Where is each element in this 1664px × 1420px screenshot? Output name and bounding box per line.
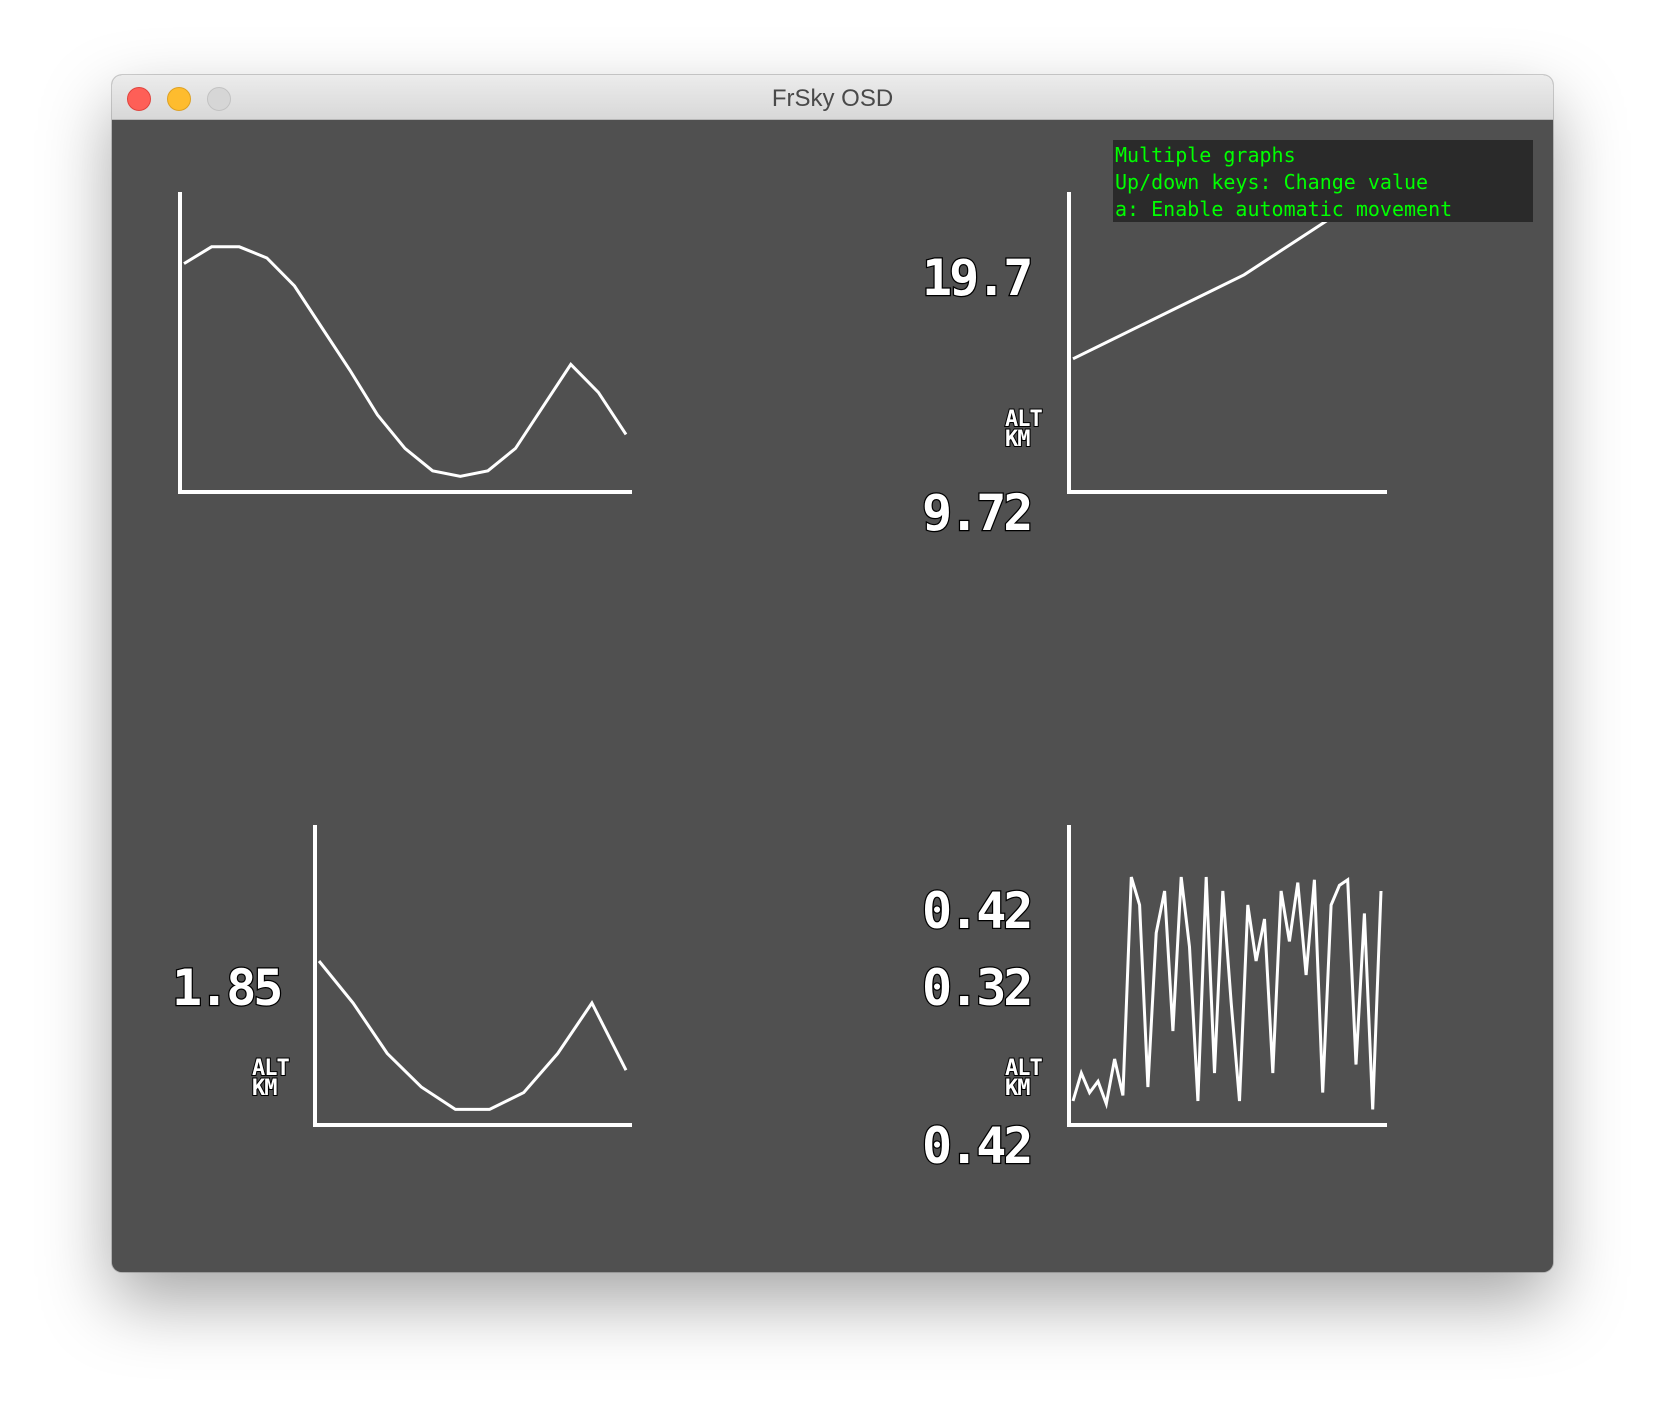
graph-bottom-right-unit-bottom: KM (1005, 1076, 1030, 1101)
graph-bottom-right-max-label: 0.42 (922, 882, 1030, 940)
title-bar: FrSky OSD (112, 75, 1553, 120)
osd-canvas: 19.7 ALT KM 9.72 1.85 ALT KM 0.42 0.32 A… (112, 120, 1553, 1272)
window-title: FrSky OSD (771, 85, 894, 112)
osd-graphs: 19.7 ALT KM 9.72 1.85 ALT KM 0.42 0.32 A… (112, 120, 1553, 1272)
help-line-auto: a: Enable automatic movement (1115, 197, 1453, 221)
graph-top-right-min-label: 9.72 (922, 484, 1030, 542)
graph-top-right-unit-bottom: KM (1005, 427, 1030, 452)
help-line-title: Multiple graphs (1115, 143, 1296, 167)
help-line-updown: Up/down keys: Change value (1115, 170, 1429, 194)
graph-bottom-right-mid-label: 0.32 (922, 959, 1030, 1017)
osd-background (112, 120, 1553, 1272)
help-overlay: Multiple graphs Up/down keys: Change val… (1113, 140, 1533, 222)
app-window: FrSky OSD 19.7 ALT KM 9.72 1.85 ALT KM 0… (112, 75, 1553, 1272)
graph-bottom-right-min-label: 0.42 (922, 1117, 1030, 1175)
graph-bottom-left-value-label: 1.85 (172, 959, 280, 1017)
graph-top-right-max-label: 19.7 (922, 249, 1030, 307)
graph-bottom-left-unit-bottom: KM (252, 1076, 277, 1101)
